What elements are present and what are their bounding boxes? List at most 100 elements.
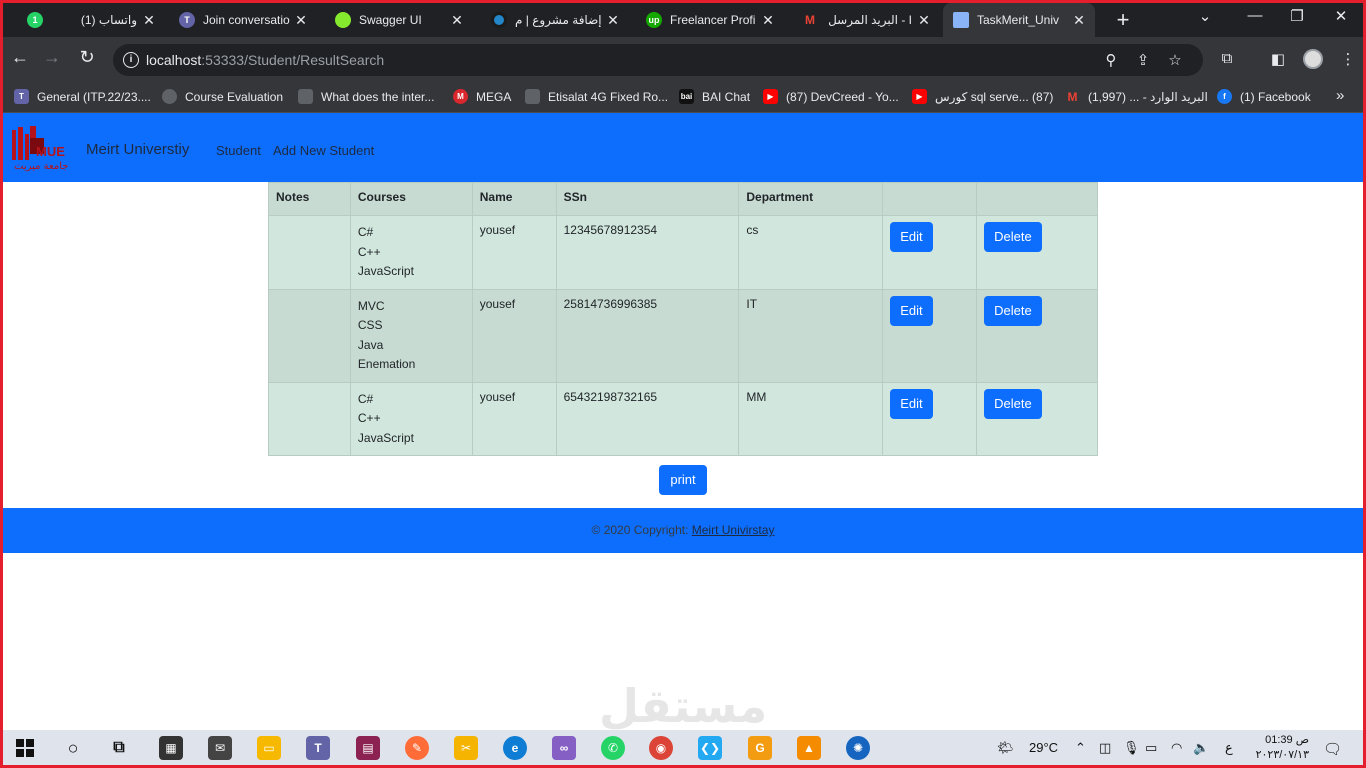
weather-icon[interactable]: 🌤 <box>997 740 1014 756</box>
edit-button[interactable]: Edit <box>890 295 933 326</box>
tool-icon[interactable]: ✂ <box>454 736 478 760</box>
menu-icon[interactable]: ⋮ <box>1337 50 1359 68</box>
bookmark-item[interactable]: Course Evaluation <box>162 89 283 104</box>
tab-label: Join conversatio <box>203 13 290 27</box>
router-icon <box>525 89 540 104</box>
column-header-name: Name <box>471 182 557 216</box>
side-panel-icon[interactable]: ◧ <box>1267 50 1289 68</box>
tab-whatsapp[interactable]: 1 (1) واتساب ✕ <box>17 3 165 37</box>
footer-link[interactable]: Meirt Univirstay <box>692 523 775 537</box>
edit-button[interactable]: Edit <box>890 388 933 419</box>
mega-icon: M <box>453 89 468 104</box>
vlc-icon[interactable]: ▲ <box>797 736 821 760</box>
tray-expand-icon[interactable]: ⌃ <box>1075 740 1086 756</box>
minimize-button[interactable]: — <box>1235 7 1275 24</box>
address-bar[interactable]: i localhost:53333/Student/ResultSearch ⚲… <box>113 44 1203 76</box>
new-tab-button[interactable]: + <box>1110 7 1136 33</box>
site-footer: © 2020 Copyright: Meirt Univirstay <box>3 508 1363 553</box>
edit-button[interactable]: Edit <box>890 222 933 252</box>
whatsapp-icon[interactable]: ✆ <box>601 736 625 760</box>
weather-temp[interactable]: 29°C <box>1029 740 1058 755</box>
close-icon[interactable]: ✕ <box>449 12 465 29</box>
site-info-icon[interactable]: i <box>123 52 139 68</box>
tab-search-icon[interactable]: ⌄ <box>1185 7 1225 25</box>
facebook-icon: f <box>1217 89 1232 104</box>
back-button[interactable]: ← <box>9 47 31 68</box>
mail-icon[interactable]: ✉ <box>208 736 232 760</box>
bookmark-item[interactable]: M MEGA <box>453 89 511 104</box>
start-icon[interactable] <box>13 736 37 760</box>
chrome-icon[interactable]: ◉ <box>649 736 673 760</box>
swagger-icon <box>335 12 351 28</box>
bookmark-star-icon[interactable]: ☆ <box>1165 51 1185 69</box>
browser-toolbar: ← → ↻ i localhost:53333/Student/ResultSe… <box>3 37 1363 81</box>
department-cell: IT <box>738 288 884 383</box>
nav-student-link[interactable]: Student <box>216 143 261 158</box>
nav-add-student-link[interactable]: Add New Student <box>273 143 374 158</box>
winrar-icon[interactable]: ▤ <box>356 736 380 760</box>
bookmark-item[interactable]: f (1) Facebook <box>1217 89 1311 104</box>
courses-cell: MVC CSS Java Enemation <box>349 288 473 383</box>
camera-icon[interactable]: ◫ <box>1099 740 1111 756</box>
close-icon[interactable]: ✕ <box>760 12 776 29</box>
notifications-icon[interactable]: 🗨 <box>1323 740 1342 758</box>
close-icon[interactable]: ✕ <box>916 12 932 29</box>
search-icon[interactable]: ○ <box>61 736 85 760</box>
tab-mostaql[interactable]: إضافة مشروع | م ✕ <box>481 3 629 37</box>
forward-button[interactable]: → <box>41 47 63 68</box>
tab-swagger[interactable]: Swagger UI ✕ <box>325 3 473 37</box>
profile-avatar[interactable] <box>1303 49 1323 69</box>
pdf-app-icon[interactable]: G <box>748 736 772 760</box>
maximize-button[interactable]: ❐ <box>1277 7 1317 25</box>
print-button[interactable]: print <box>659 465 707 495</box>
store-icon[interactable]: ▦ <box>159 736 183 760</box>
file-explorer-icon[interactable]: ▭ <box>257 736 281 760</box>
edge-icon[interactable]: e <box>503 736 527 760</box>
close-icon[interactable]: ✕ <box>605 12 621 29</box>
battery-icon[interactable]: ▭ <box>1145 740 1157 756</box>
bookmark-item[interactable]: M البريد الوارد - ... (1,997) <box>1065 89 1208 104</box>
tab-upwork[interactable]: up Freelancer Profi ✕ <box>636 3 784 37</box>
bookmark-item[interactable]: What does the inter... <box>298 89 434 104</box>
bookmark-item[interactable]: T General (ITP.22/23.... <box>14 89 151 104</box>
url-text[interactable]: localhost:53333/Student/ResultSearch <box>146 52 384 68</box>
delete-button[interactable]: Delete <box>984 388 1042 419</box>
close-icon[interactable]: ✕ <box>1071 12 1087 29</box>
close-icon[interactable]: ✕ <box>293 12 309 29</box>
teams-icon[interactable]: T <box>306 736 330 760</box>
media-player-icon[interactable]: ✺ <box>846 736 870 760</box>
ssn-cell: 25814736996385 <box>555 288 740 383</box>
delete-button[interactable]: Delete <box>984 222 1042 252</box>
wifi-icon[interactable]: ◠ <box>1171 740 1182 756</box>
reload-button[interactable]: ↻ <box>76 47 98 68</box>
task-view-icon[interactable]: ⧉ <box>107 736 131 760</box>
upwork-icon: up <box>646 12 662 28</box>
bookmark-item[interactable]: Etisalat 4G Fixed Ro... <box>525 89 668 104</box>
tab-teams[interactable]: T Join conversatio ✕ <box>169 3 317 37</box>
tab-gmail[interactable]: M البريد المرسل - I ✕ <box>792 3 940 37</box>
close-window-button[interactable]: ✕ <box>1321 7 1361 25</box>
delete-button[interactable]: Delete <box>984 295 1042 326</box>
brand-name[interactable]: Meirt Universtiy <box>86 141 189 158</box>
extensions-icon[interactable]: ⧉ <box>1216 50 1238 67</box>
postman-icon[interactable]: ✎ <box>405 736 429 760</box>
footer-copyright: © 2020 Copyright: <box>591 523 692 537</box>
bookmark-item[interactable]: bai BAI Chat <box>679 89 750 104</box>
visual-studio-icon[interactable]: ∞ <box>552 736 576 760</box>
bookmark-item[interactable]: ▶ كورس sql serve... (87) <box>912 89 1053 104</box>
bookmark-item[interactable]: ▶ (87) DevCreed - Yo... <box>763 89 899 104</box>
course-item: C++ <box>357 244 381 259</box>
share-icon[interactable]: ⇪ <box>1133 51 1153 69</box>
volume-icon[interactable]: 🔈 <box>1193 740 1209 756</box>
microphone-icon[interactable]: 🎙 <box>1123 740 1140 756</box>
close-icon[interactable]: ✕ <box>141 12 157 29</box>
url-host: localhost <box>146 52 202 68</box>
more-bookmarks-icon[interactable]: » <box>1336 87 1344 104</box>
tab-taskmerit[interactable]: TaskMerit_Univ ✕ <box>943 3 1095 37</box>
zoom-icon[interactable]: ⚲ <box>1101 51 1121 69</box>
clock[interactable]: ص 01:39 ٢٠٢٣/٠٧/١٣ <box>1251 733 1309 763</box>
bai-icon: bai <box>679 89 694 104</box>
language-indicator[interactable]: ع <box>1225 740 1233 756</box>
page-icon <box>953 12 969 28</box>
vscode-icon[interactable]: ❮❯ <box>698 736 722 760</box>
